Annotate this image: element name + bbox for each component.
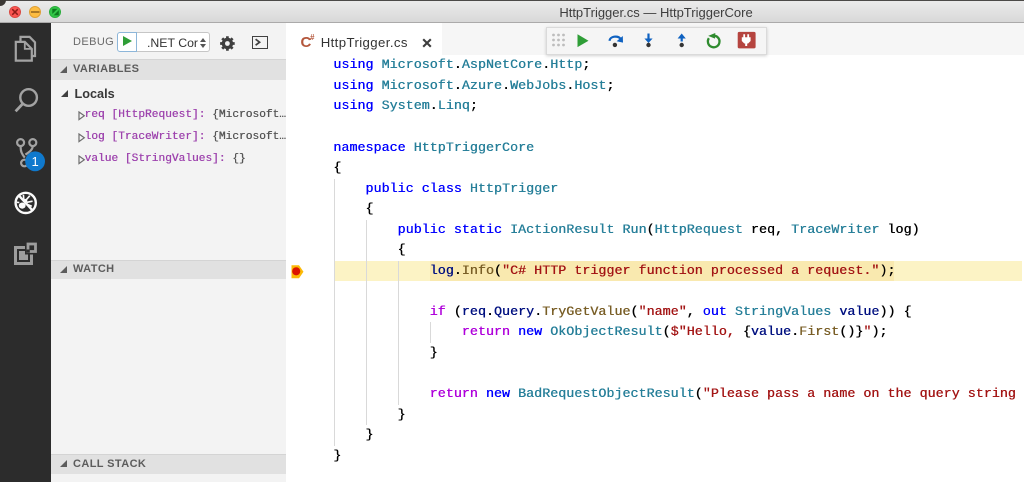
svg-text:1: 1 xyxy=(31,154,38,169)
